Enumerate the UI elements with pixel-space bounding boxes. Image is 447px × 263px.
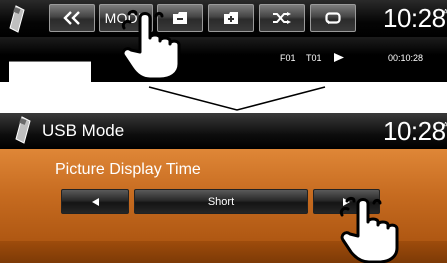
back-button[interactable] [49,4,95,32]
setting-label: Picture Display Time [55,161,201,178]
folder-plus-button[interactable] [208,4,254,32]
clock-ampm: AM [443,121,447,130]
decrease-button[interactable] [61,189,129,214]
page-title: USB Mode [42,121,125,140]
clock: 10:28AM [383,3,447,33]
arrow-left-icon [91,197,99,206]
track-number: T01 [306,53,322,63]
transition-arrow [148,86,326,111]
shuffle-icon [273,12,291,24]
repeat-icon [325,12,341,24]
setting-value: Short [134,189,308,214]
play-icon [334,53,344,62]
elapsed-time: 00:10:28 [388,53,424,63]
clock-ampm: AM [443,8,447,17]
artwork-area [9,61,91,83]
clock: 10:28AM [383,116,447,146]
clock-time: 10:28 [383,116,446,146]
usb-device-icon [9,5,25,33]
usb-device-icon [15,116,31,144]
pointing-hand-icon [339,196,399,263]
double-chevron-left-icon [63,11,80,25]
clock-time: 10:28 [383,3,446,33]
folder-number: F01 [280,53,296,63]
repeat-button[interactable] [310,4,356,32]
pointing-hand-icon [121,9,181,80]
shuffle-button[interactable] [259,4,305,32]
folder-plus-icon [224,12,238,24]
